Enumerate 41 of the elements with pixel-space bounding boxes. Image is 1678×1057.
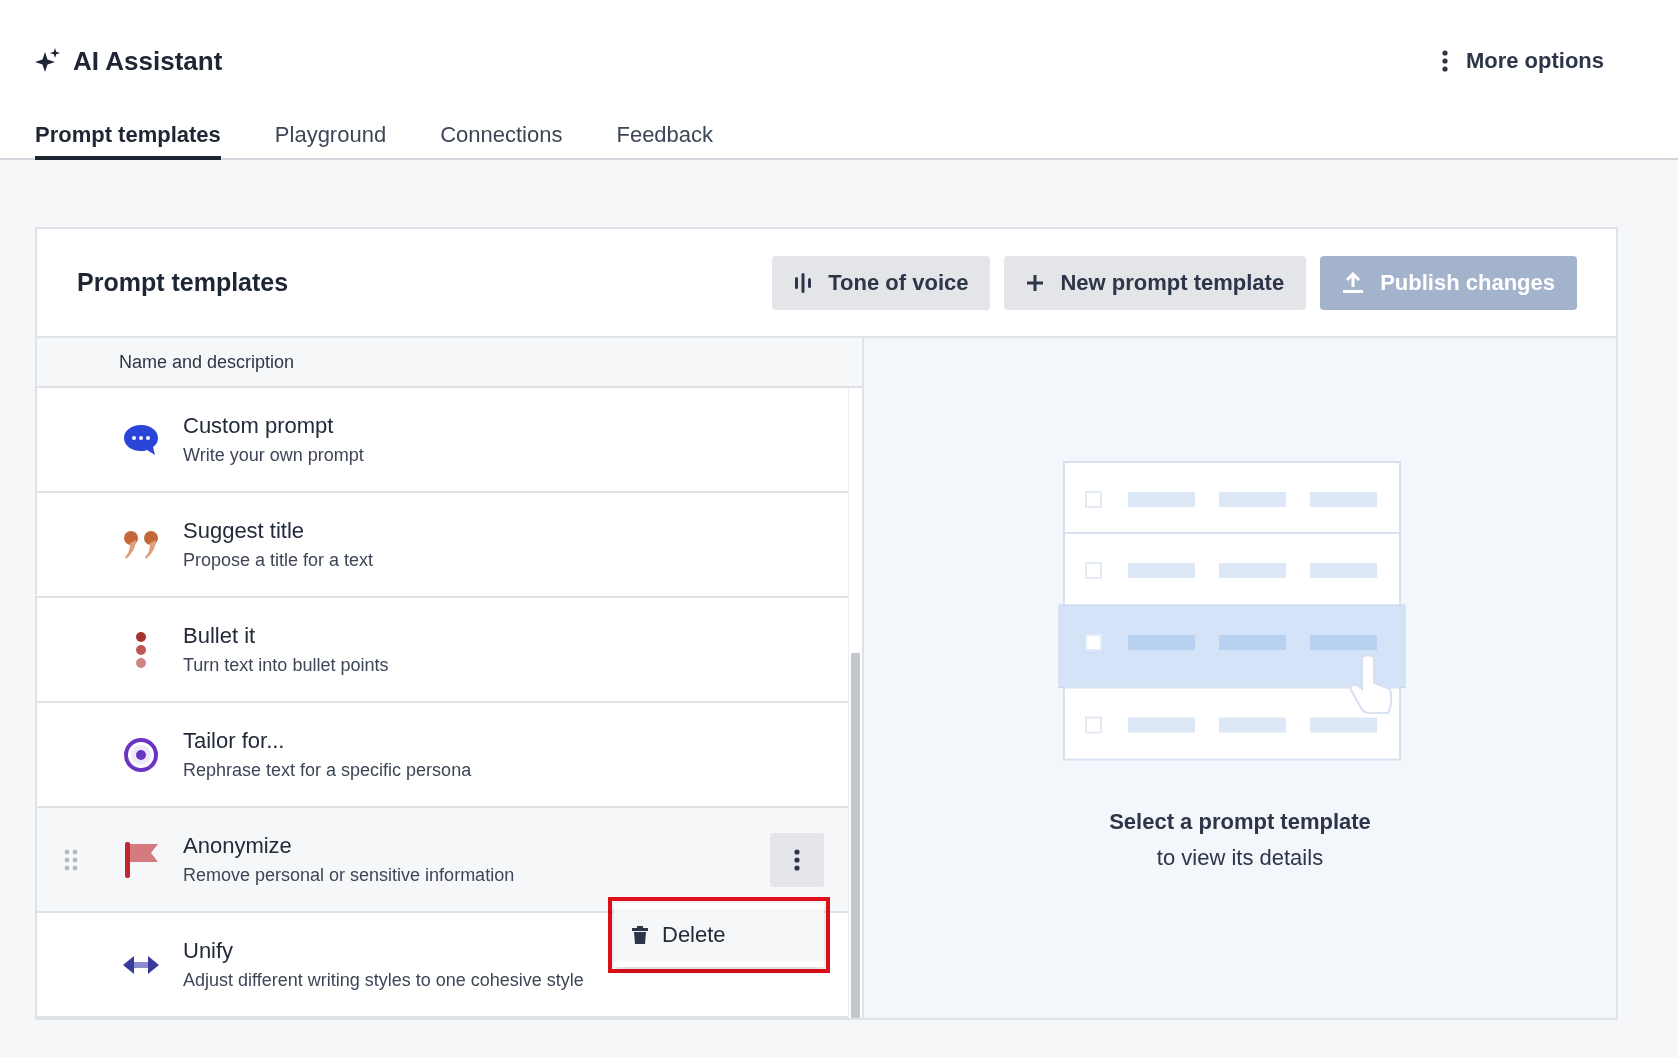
empty-state-title: Select a prompt template [1109, 809, 1371, 835]
template-description: Remove personal or sensitive information [183, 865, 516, 886]
toolbar-button[interactable]: New prompt template [1004, 255, 1307, 310]
double-arrow-icon [122, 954, 160, 975]
template-name: Tailor for... [183, 728, 286, 754]
scrollbar[interactable] [848, 388, 862, 1018]
sparkle-icon [35, 48, 61, 74]
card-title: Prompt templates [77, 268, 289, 297]
drag-handle-icon[interactable] [64, 848, 78, 871]
plus-icon [1026, 273, 1045, 292]
template-row[interactable]: Anonymize Remove personal or sensitive information [37, 808, 848, 913]
template-description: Rephrase text for a specific persona [183, 760, 473, 781]
tab[interactable]: Playground [274, 122, 387, 160]
flag-icon [123, 839, 159, 880]
chat-bubble-icon [122, 422, 160, 457]
row-actions-button[interactable] [770, 832, 824, 887]
empty-state-subtitle: to view its details [1156, 845, 1324, 871]
template-name: Custom prompt [183, 413, 335, 439]
template-name: Bullet it [183, 623, 257, 649]
column-header: Name and description [37, 338, 862, 388]
trash-icon [632, 926, 648, 944]
menu-item[interactable]: Delete [614, 909, 824, 961]
target-icon [123, 736, 159, 773]
template-name: Unify [183, 938, 235, 964]
template-description: Adjust different writing styles to one cohesive style [183, 970, 585, 991]
kebab-icon [1441, 50, 1448, 72]
template-description: Write your own prompt [183, 445, 365, 466]
template-description: Turn text into bullet points [183, 655, 390, 676]
template-name: Suggest title [183, 518, 306, 544]
toolbar-button[interactable]: Tone of voice [772, 255, 991, 310]
tab[interactable]: Feedback [616, 122, 714, 160]
template-name: Anonymize [183, 833, 293, 859]
kebab-icon [794, 848, 800, 871]
sound-bars-icon [794, 271, 813, 294]
more-options-button[interactable]: More options [1437, 44, 1608, 78]
template-description: Propose a title for a text [183, 550, 375, 571]
bullet-list-icon [134, 630, 148, 669]
tab[interactable]: Connections [440, 122, 563, 160]
quote-icon [121, 528, 161, 561]
upload-icon [1342, 271, 1365, 294]
app-title: AI Assistant [73, 45, 223, 77]
